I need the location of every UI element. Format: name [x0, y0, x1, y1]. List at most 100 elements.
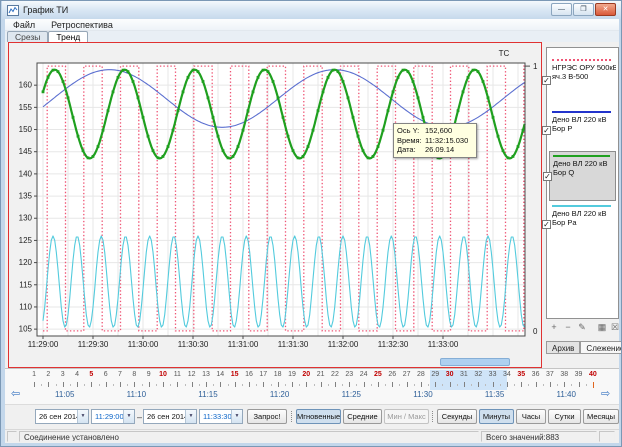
status-connection: Соединение установлено: [19, 431, 479, 442]
tab-archive[interactable]: Архив: [546, 341, 580, 354]
timeline-minute-label[interactable]: 12: [185, 371, 199, 378]
timeline-minute-label[interactable]: 22: [328, 371, 342, 378]
interval-days-button[interactable]: Сутки: [548, 409, 581, 424]
timeline-minute-label[interactable]: 30: [443, 371, 457, 378]
timeline-minute-label[interactable]: 4: [70, 371, 84, 378]
date-from-combo[interactable]: 26 сен 2014 ▼: [35, 409, 89, 424]
timeline-minute-label[interactable]: 38: [557, 371, 571, 378]
time-from-combo[interactable]: 11:29:00 ▼: [91, 409, 135, 424]
timeline-minute-label[interactable]: 32: [471, 371, 485, 378]
timeline[interactable]: ⇦ ⇨ 123456789101112131415161718192021222…: [5, 368, 619, 404]
timeline-minute-label[interactable]: 6: [99, 371, 113, 378]
tab-trend[interactable]: Тренд: [48, 31, 88, 42]
timeline-minute-label[interactable]: 11: [170, 371, 184, 378]
timeline-scroll-thumb[interactable]: [440, 358, 510, 366]
timeline-minute-label[interactable]: 20: [299, 371, 313, 378]
tab-tracking[interactable]: Слежение: [580, 341, 622, 354]
channel-item[interactable]: Дено ВЛ 220 кВБор Q✓: [549, 151, 616, 201]
timeline-minute-label[interactable]: 25: [371, 371, 385, 378]
timeline-minute-label[interactable]: 27: [400, 371, 414, 378]
channel-checkbox[interactable]: ✓: [542, 76, 551, 85]
timeline-minute-label[interactable]: 34: [500, 371, 514, 378]
chart-canvas[interactable]: 10511011512012513013514014515015516011:2…: [9, 43, 541, 367]
svg-text:11:33:00: 11:33:00: [428, 340, 459, 349]
timeline-minute-label[interactable]: 17: [256, 371, 270, 378]
timeline-minute-label[interactable]: 23: [342, 371, 356, 378]
grid-icon[interactable]: ▦: [596, 322, 608, 333]
timeline-time-label: 11:20: [262, 390, 298, 399]
mode-minmax-button[interactable]: Мин / Макс: [384, 409, 429, 424]
time-to-value: 11:33:30: [200, 412, 231, 421]
timeline-minute-label[interactable]: 33: [486, 371, 500, 378]
channel-item[interactable]: Дено ВЛ 220 кВБор P✓: [549, 108, 616, 148]
timeline-minute-label[interactable]: 39: [572, 371, 586, 378]
timeline-minute-label[interactable]: 15: [228, 371, 242, 378]
timeline-minute-label[interactable]: 40: [586, 371, 600, 378]
plus-icon[interactable]: +: [548, 322, 560, 332]
time-to-combo[interactable]: 11:33:30 ▼: [199, 409, 243, 424]
menu-bar: Файл Ретроспектива: [5, 19, 619, 31]
timeline-minute-label[interactable]: 1: [27, 371, 41, 378]
close-box-icon[interactable]: ☒: [609, 322, 621, 333]
timeline-minute-label[interactable]: 18: [271, 371, 285, 378]
interval-minutes-button[interactable]: Минуты: [479, 409, 514, 424]
channel-item[interactable]: Дено ВЛ 220 кВБор Pа✓: [549, 202, 616, 242]
timeline-minute-label[interactable]: 31: [457, 371, 471, 378]
timeline-minute-label[interactable]: 21: [314, 371, 328, 378]
timeline-minute-label[interactable]: 16: [242, 371, 256, 378]
svg-text:0: 0: [533, 327, 538, 336]
timeline-minute-label[interactable]: 7: [113, 371, 127, 378]
query-controls: 26 сен 2014 ▼ 11:29:00 ▼ – 26 сен 2014 ▼…: [5, 404, 619, 429]
timeline-tick: [464, 382, 465, 387]
interval-months-button[interactable]: Месяцы: [583, 409, 619, 424]
dropdown-arrow-icon[interactable]: ▼: [77, 410, 88, 423]
trend-chart[interactable]: 10511011512012513013514014515015516011:2…: [8, 42, 542, 368]
menu-retrospective[interactable]: Ретроспектива: [43, 20, 121, 30]
timeline-half-tick: [127, 384, 128, 386]
pen-icon[interactable]: ✎: [576, 322, 588, 333]
timeline-minute-label[interactable]: 24: [357, 371, 371, 378]
dropdown-arrow-icon[interactable]: ▼: [231, 410, 242, 423]
timeline-minute-label[interactable]: 3: [56, 371, 70, 378]
menu-file[interactable]: Файл: [5, 20, 43, 30]
timeline-minute-label[interactable]: 36: [529, 371, 543, 378]
timeline-tick: [120, 382, 121, 387]
mode-average-button[interactable]: Средние: [343, 409, 382, 424]
timeline-minute-label[interactable]: 13: [199, 371, 213, 378]
channel-item[interactable]: НГРЭС ОРУ 500кВяч.3 В-500✓: [549, 56, 616, 100]
timeline-minute-label[interactable]: 2: [41, 371, 55, 378]
date-to-combo[interactable]: 26 сен 2014 ▼: [143, 409, 197, 424]
svg-text:11:30:30: 11:30:30: [178, 340, 209, 349]
tab-srezy[interactable]: Срезы: [7, 31, 48, 42]
maximize-button[interactable]: ❐: [573, 3, 594, 16]
timeline-minute-label[interactable]: 9: [142, 371, 156, 378]
minus-icon[interactable]: −: [562, 322, 574, 332]
channel-checkbox[interactable]: ✓: [542, 220, 551, 229]
timeline-right-arrow[interactable]: ⇨: [601, 388, 610, 400]
svg-text:11:32:00: 11:32:00: [328, 340, 359, 349]
interval-hours-button[interactable]: Часы: [516, 409, 546, 424]
timeline-minute-label[interactable]: 19: [285, 371, 299, 378]
channel-checkbox[interactable]: ✓: [543, 172, 552, 181]
channel-checkbox[interactable]: ✓: [542, 126, 551, 135]
mode-instant-button[interactable]: Мгновенные: [296, 409, 341, 424]
timeline-time-label: 11:40: [548, 390, 584, 399]
close-button[interactable]: ✕: [595, 3, 616, 16]
timeline-minute-label[interactable]: 28: [414, 371, 428, 378]
timeline-minute-label[interactable]: 35: [514, 371, 528, 378]
timeline-minute-label[interactable]: 37: [543, 371, 557, 378]
timeline-tick: [507, 382, 508, 387]
minimize-button[interactable]: —: [551, 3, 572, 16]
timeline-minute-label[interactable]: 26: [385, 371, 399, 378]
dropdown-arrow-icon[interactable]: ▼: [185, 410, 196, 423]
dropdown-arrow-icon[interactable]: ▼: [123, 410, 134, 423]
timeline-left-arrow[interactable]: ⇦: [11, 388, 20, 400]
timeline-half-tick: [500, 384, 501, 386]
timeline-minute-label[interactable]: 29: [428, 371, 442, 378]
timeline-minute-label[interactable]: 5: [84, 371, 98, 378]
timeline-minute-label[interactable]: 8: [127, 371, 141, 378]
timeline-minute-label[interactable]: 14: [213, 371, 227, 378]
query-button[interactable]: Запрос!: [247, 409, 287, 424]
timeline-minute-label[interactable]: 10: [156, 371, 170, 378]
interval-seconds-button[interactable]: Секунды: [437, 409, 477, 424]
